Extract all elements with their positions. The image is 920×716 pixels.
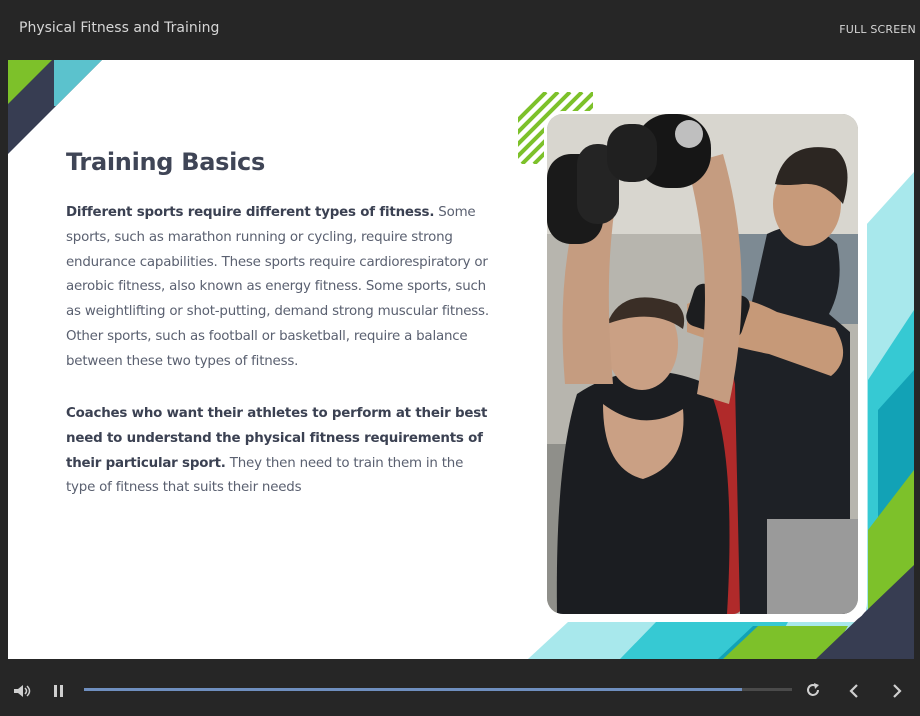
fullscreen-button[interactable]: FULL SCREEN — [839, 23, 916, 36]
paragraph-body: Some sports, such as marathon running or… — [66, 205, 489, 369]
replay-icon[interactable] — [805, 682, 821, 698]
player-controls — [0, 659, 920, 716]
progress-bar[interactable] — [84, 688, 792, 691]
progress-fill — [84, 688, 743, 691]
volume-icon[interactable] — [13, 683, 31, 697]
player-top-bar: Physical Fitness and Training FULL SCREE… — [0, 0, 920, 60]
paragraph-coaches: Coaches who want their athletes to perfo… — [66, 402, 496, 501]
slide-title: Training Basics — [66, 148, 265, 176]
trainer-athlete-photo — [547, 114, 858, 614]
slide-canvas: Training Basics Different sports require… — [8, 60, 914, 659]
pause-icon[interactable] — [53, 683, 65, 697]
chevron-right-icon[interactable] — [890, 683, 904, 699]
paragraph-fitness-types: Different sports require different types… — [66, 201, 496, 375]
chevron-left-icon[interactable] — [847, 683, 861, 699]
paragraph-lead: Different sports require different types… — [66, 205, 435, 220]
course-title: Physical Fitness and Training — [19, 20, 220, 36]
